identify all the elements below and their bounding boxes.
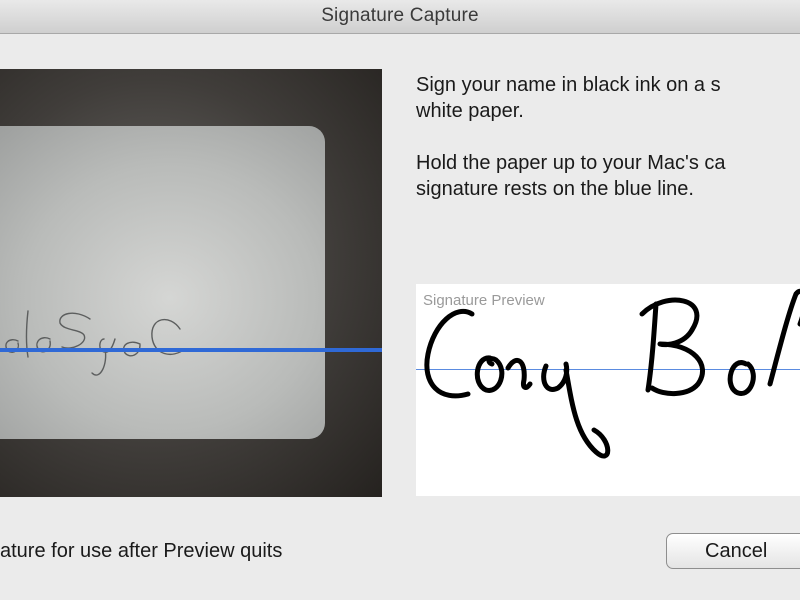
camera-guide-line bbox=[0, 348, 382, 352]
mirrored-signature bbox=[5, 310, 186, 376]
instruction-line-3: Hold the paper up to your Mac's ca bbox=[416, 152, 726, 174]
signature-ink bbox=[424, 289, 800, 459]
instruction-line-4: signature rests on the blue line. bbox=[416, 178, 694, 200]
instruction-line-1: Sign your name in black ink on a s bbox=[416, 74, 721, 96]
signature-preview: Signature Preview bbox=[416, 284, 800, 496]
instruction-line-2: white paper. bbox=[416, 100, 524, 122]
camera-paper bbox=[0, 126, 325, 439]
window-title: Signature Capture bbox=[321, 5, 479, 26]
title-bar[interactable]: Signature Capture bbox=[0, 0, 800, 34]
instructions: Sign your name in black ink on a s white… bbox=[416, 72, 800, 202]
cancel-button[interactable]: Cancel bbox=[666, 533, 800, 569]
camera-view bbox=[0, 69, 382, 497]
signature-capture-window: Signature Capture Sign your name in blac… bbox=[0, 0, 800, 600]
keep-signature-label: ature for use after Preview quits bbox=[0, 540, 283, 562]
